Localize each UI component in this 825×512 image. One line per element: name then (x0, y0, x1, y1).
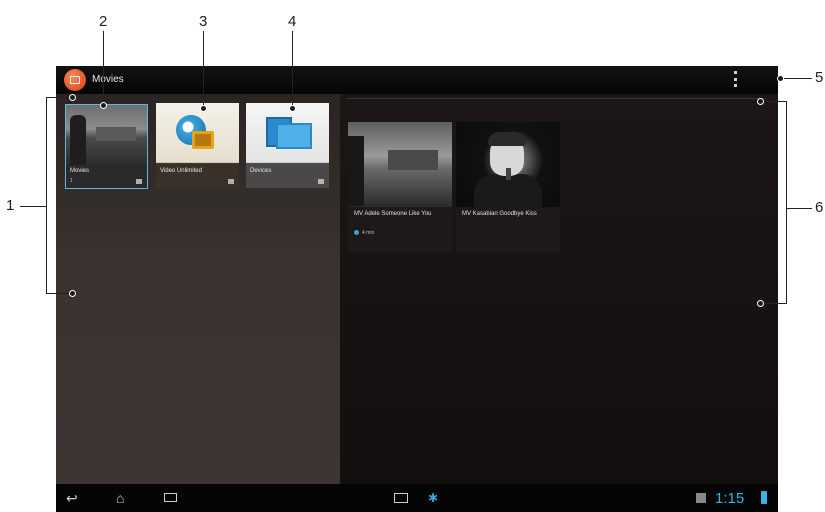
callout-6-marker-top (757, 98, 764, 105)
callout-1: 1 (6, 197, 15, 214)
tile-video-unlimited-label: Video Unlimited (160, 168, 202, 174)
video-meta: 4 min (354, 230, 374, 236)
system-nav-bar: ↩ ⌂ ✱ 1:15 (56, 484, 778, 512)
app-title: Movies (92, 74, 124, 85)
callout-1-marker-bottom (69, 290, 76, 297)
callout-1-marker-top (69, 94, 76, 101)
callout-2: 2 (99, 13, 108, 30)
callout-1-bracket (46, 97, 47, 294)
action-bar: Movies (56, 66, 778, 94)
callout-4: 4 (288, 13, 297, 30)
movies-app-icon[interactable] (64, 69, 86, 91)
callout-5-marker (777, 75, 784, 82)
video-title: MV Adele Someone Like You (354, 211, 432, 217)
video-duration: 4 min (362, 230, 375, 236)
film-reel-icon (192, 131, 214, 149)
battery-icon (761, 491, 767, 504)
tile-movies[interactable]: Movies 1 (65, 104, 148, 189)
callout-4-line (292, 31, 293, 108)
new-indicator-icon (354, 230, 359, 236)
video-title: MV Kasabian Goodbye Kiss (462, 211, 537, 217)
notification-icon[interactable]: ✱ (428, 491, 438, 505)
tile-video-unlimited-badge-icon (228, 179, 234, 184)
video-card[interactable]: MV Kasabian Goodbye Kiss (456, 122, 560, 252)
tile-devices[interactable]: Devices (246, 103, 329, 188)
tile-devices-badge-icon (318, 179, 324, 184)
callout-6: 6 (815, 199, 824, 216)
small-app-icon[interactable] (394, 493, 408, 503)
video-thumbnail (456, 122, 560, 208)
back-icon[interactable]: ↩ (66, 491, 78, 505)
callout-4-marker (289, 105, 296, 112)
video-thumbnail (348, 122, 452, 207)
callout-3-line (203, 31, 204, 108)
callout-3-marker (200, 105, 207, 112)
callout-5: 5 (815, 69, 824, 86)
tile-movies-count: 1 (70, 178, 73, 184)
callout-1-line (20, 206, 46, 207)
callout-2-line (103, 31, 104, 106)
callout-6-marker-bottom (757, 300, 764, 307)
tile-video-unlimited[interactable]: Video Unlimited (156, 103, 239, 188)
clock: 1:15 (715, 490, 745, 507)
callout-6-bracket-top (762, 101, 787, 102)
home-icon[interactable]: ⌂ (116, 491, 124, 505)
tablet-screen: Movies Movies 1 Video Unlimited Devices … (56, 66, 778, 512)
callout-6-bracket (786, 101, 787, 304)
callout-6-bracket-bottom (762, 303, 787, 304)
overflow-menu-icon[interactable] (732, 71, 738, 87)
tile-movies-badge-icon (136, 179, 142, 184)
movies-thumbnail (66, 105, 147, 165)
video-card[interactable]: MV Adele Someone Like You 4 min (348, 122, 452, 252)
callout-6-line (787, 208, 812, 209)
tile-devices-label: Devices (250, 168, 272, 174)
devices-wireless-icon (276, 123, 312, 149)
tile-movies-label: Movies (70, 168, 90, 174)
callout-5-line (784, 78, 812, 79)
recent-apps-icon[interactable] (164, 493, 177, 502)
content-pane-top-divider (346, 98, 766, 99)
storage-status-icon (696, 493, 706, 503)
callout-3: 3 (199, 13, 208, 30)
callout-2-marker (100, 102, 107, 109)
